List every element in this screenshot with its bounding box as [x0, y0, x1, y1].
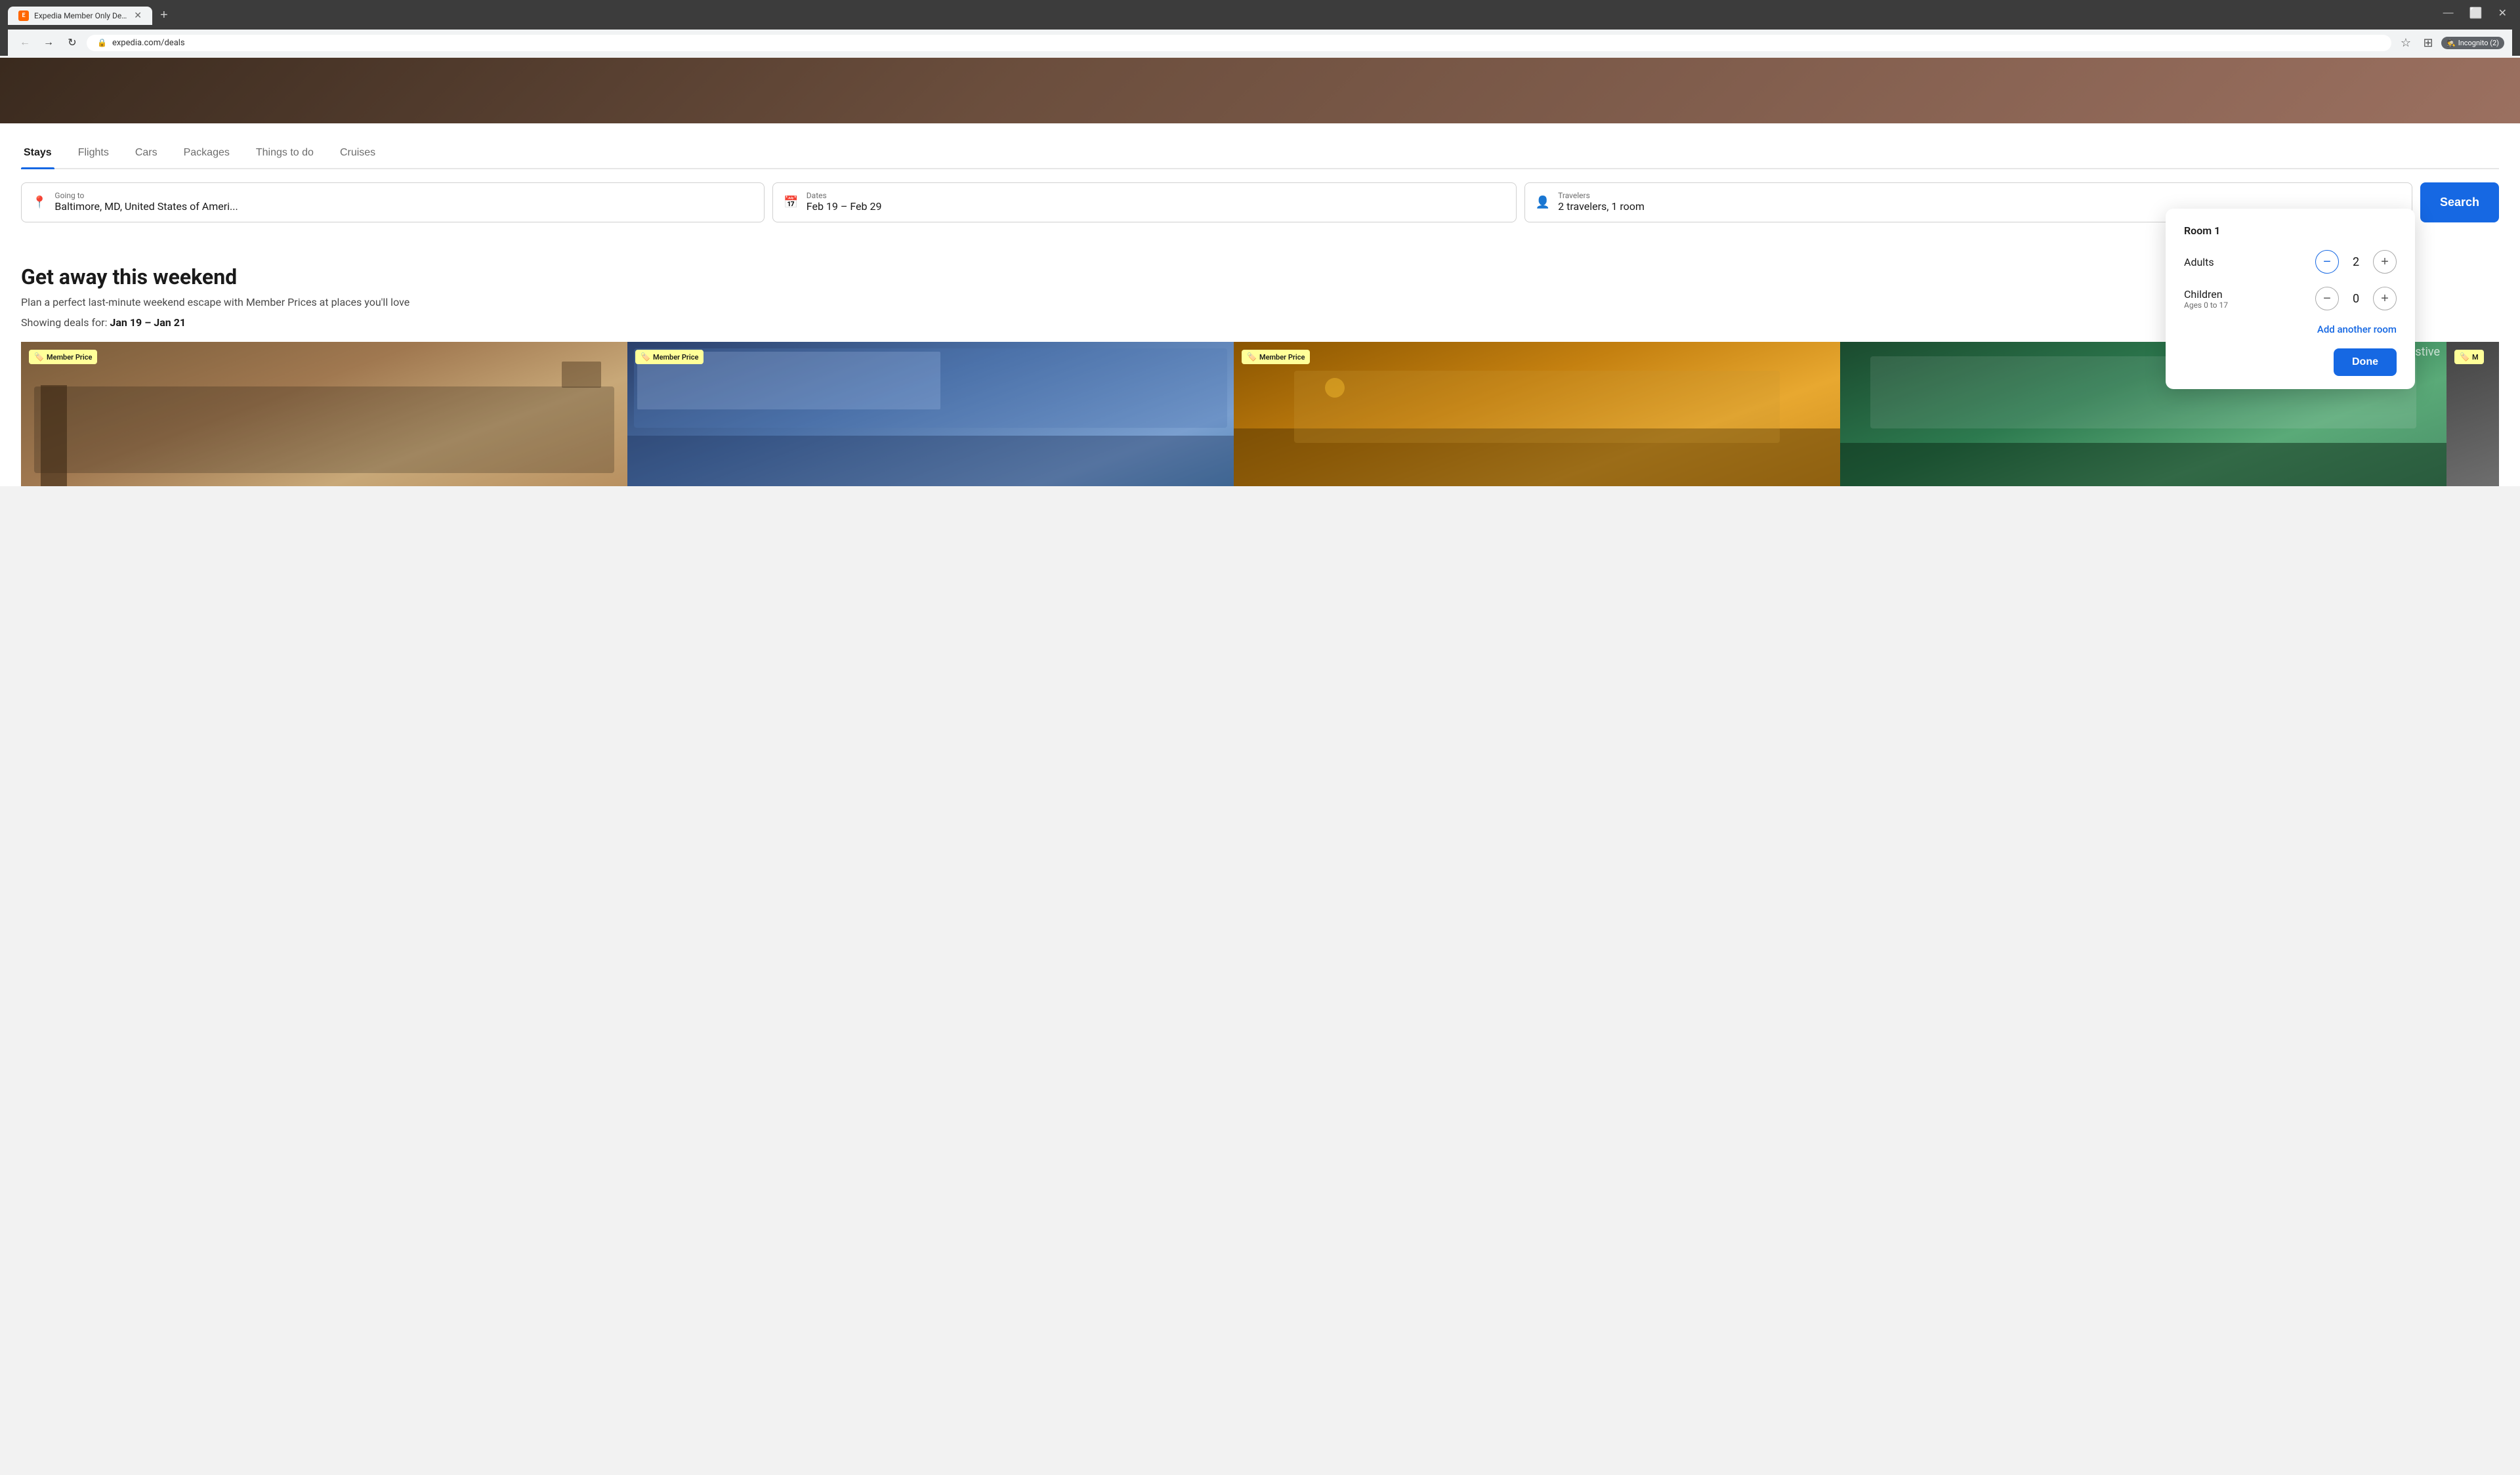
travelers-content: Travelers 2 travelers, 1 room — [1558, 191, 1645, 214]
destination-value: Baltimore, MD, United States of Ameri... — [54, 200, 238, 214]
member-price-badge-3: 🏷️ Member Price — [1242, 350, 1310, 364]
destination-field[interactable]: 📍 Going to Baltimore, MD, United States … — [21, 182, 765, 222]
children-stepper: − 0 + — [2315, 287, 2397, 310]
tab-stays[interactable]: Stays — [21, 139, 54, 168]
incognito-icon: 🕵 — [2446, 39, 2456, 47]
room-title: Room 1 — [2184, 224, 2397, 237]
maximize-button[interactable]: ⬜ — [2464, 5, 2488, 21]
dates-value: Feb 19 – Feb 29 — [807, 200, 882, 214]
showing-deals-prefix: Showing deals for: — [21, 316, 107, 329]
main-content: Get away this weekend Plan a perfect las… — [0, 243, 2520, 486]
forward-button[interactable]: → — [39, 33, 58, 52]
hotel-card-2[interactable]: 🏷️ Member Price — [627, 342, 1234, 486]
browser-nav: ← → ↻ 🔒 expedia.com/deals ☆ ⊞ 🕵 Incognit… — [8, 30, 2512, 56]
dates-label: Dates — [807, 191, 882, 200]
children-decrement-button[interactable]: − — [2315, 287, 2339, 310]
page-title: Get away this weekend — [21, 264, 2499, 289]
tab-things-to-do[interactable]: Things to do — [253, 139, 316, 168]
person-icon: 👤 — [1536, 196, 1550, 209]
showing-deals-dates: Jan 19 – Jan 21 — [110, 316, 186, 329]
children-label: Children — [2184, 288, 2228, 301]
add-another-room-link[interactable]: Add another room — [2184, 323, 2397, 335]
location-icon: 📍 — [32, 196, 47, 209]
badge-icon-2: 🏷️ — [640, 352, 650, 362]
traveler-popup: Room 1 Adults − 2 + Children Ages 0 to 1… — [2166, 209, 2415, 389]
browser-chrome: E Expedia Member Only Deals | 2 ✕ + — ⬜ … — [0, 0, 2520, 56]
new-tab-button[interactable]: + — [155, 5, 173, 26]
dates-field[interactable]: 📅 Dates Feb 19 – Feb 29 — [772, 182, 1516, 222]
hotel-image-3 — [1234, 342, 1840, 486]
tab-close-button[interactable]: ✕ — [134, 10, 142, 21]
adults-stepper: − 2 + — [2315, 250, 2397, 274]
search-widget: Stays Flights Cars Packages Things to do… — [0, 123, 2520, 243]
reload-button[interactable]: ↻ — [63, 33, 81, 52]
hotel-image-2 — [627, 342, 1234, 486]
badge-label-2: Member Price — [653, 353, 698, 362]
page-description: Plan a perfect last-minute weekend escap… — [21, 296, 2499, 308]
badge-label-5: M — [2472, 353, 2479, 362]
badge-label-3: Member Price — [1259, 353, 1305, 362]
destination-label: Going to — [54, 191, 238, 200]
travelers-value: 2 travelers, 1 room — [1558, 200, 1645, 214]
adults-decrement-button[interactable]: − — [2315, 250, 2339, 274]
window-controls: — ⬜ ✕ — [2438, 5, 2512, 21]
adults-increment-button[interactable]: + — [2373, 250, 2397, 274]
adults-count: 2 — [2349, 255, 2362, 269]
adults-row: Adults − 2 + — [2184, 250, 2397, 274]
adults-label-group: Adults — [2184, 256, 2214, 268]
back-button[interactable]: ← — [16, 33, 34, 52]
tab-cars[interactable]: Cars — [133, 139, 160, 168]
close-button[interactable]: ✕ — [2493, 5, 2512, 21]
children-count: 0 — [2349, 292, 2362, 306]
badge-label-1: Member Price — [47, 353, 92, 362]
member-price-badge-1: 🏷️ Member Price — [29, 350, 97, 364]
page-content: Stays Flights Cars Packages Things to do… — [0, 58, 2520, 486]
calendar-icon: 📅 — [784, 196, 798, 209]
tab-title: Expedia Member Only Deals | 2 — [34, 11, 129, 20]
browser-tabs: E Expedia Member Only Deals | 2 ✕ + — ⬜ … — [8, 5, 2512, 26]
showing-deals-text: Showing deals for: Jan 19 – Jan 21 — [21, 316, 2499, 329]
bookmark-button[interactable]: ☆ — [2397, 33, 2415, 52]
destination-content: Going to Baltimore, MD, United States of… — [54, 191, 238, 214]
tab-cruises[interactable]: Cruises — [337, 139, 378, 168]
popup-footer: Done — [2184, 348, 2397, 376]
search-tabs: Stays Flights Cars Packages Things to do… — [21, 139, 2499, 169]
badge-icon-5: 🏷️ — [2460, 352, 2469, 362]
active-tab[interactable]: E Expedia Member Only Deals | 2 ✕ — [8, 7, 152, 25]
address-bar[interactable]: 🔒 expedia.com/deals — [87, 35, 2391, 51]
children-increment-button[interactable]: + — [2373, 287, 2397, 310]
member-price-badge-2: 🏷️ Member Price — [635, 350, 704, 364]
hotel-card-1[interactable]: 🏷️ Member Price — [21, 342, 627, 486]
extensions-button[interactable]: ⊞ — [2419, 33, 2437, 52]
search-button[interactable]: Search — [2420, 182, 2499, 222]
hotel-cards: 🏷️ Member Price 🏷️ Member Price — [21, 342, 2499, 486]
tab-favicon: E — [18, 10, 29, 21]
travelers-label: Travelers — [1558, 191, 1645, 200]
hotel-card-3[interactable]: 🏷️ Member Price — [1234, 342, 1840, 486]
member-price-badge-5: 🏷️ M — [2454, 350, 2484, 364]
children-sublabel: Ages 0 to 17 — [2184, 301, 2228, 310]
tab-flights[interactable]: Flights — [75, 139, 112, 168]
done-button[interactable]: Done — [2334, 348, 2397, 376]
badge-icon-1: 🏷️ — [34, 352, 44, 362]
search-fields: 📍 Going to Baltimore, MD, United States … — [21, 182, 2499, 222]
children-row: Children Ages 0 to 17 − 0 + — [2184, 287, 2397, 310]
lock-icon: 🔒 — [97, 38, 107, 47]
adults-label: Adults — [2184, 256, 2214, 268]
children-label-group: Children Ages 0 to 17 — [2184, 288, 2228, 310]
url-text: expedia.com/deals — [112, 38, 185, 48]
hotel-card-5[interactable]: 🏷️ M — [2446, 342, 2499, 486]
incognito-badge: 🕵 Incognito (2) — [2441, 37, 2504, 49]
hero-image — [0, 58, 2520, 123]
hotel-image-1 — [21, 342, 627, 486]
minimize-button[interactable]: — — [2438, 5, 2459, 21]
tab-packages[interactable]: Packages — [181, 139, 232, 168]
nav-actions: ☆ ⊞ 🕵 Incognito (2) — [2397, 33, 2504, 52]
badge-icon-3: 🏷️ — [1247, 352, 1257, 362]
incognito-label: Incognito (2) — [2458, 39, 2499, 47]
dates-content: Dates Feb 19 – Feb 29 — [807, 191, 882, 214]
